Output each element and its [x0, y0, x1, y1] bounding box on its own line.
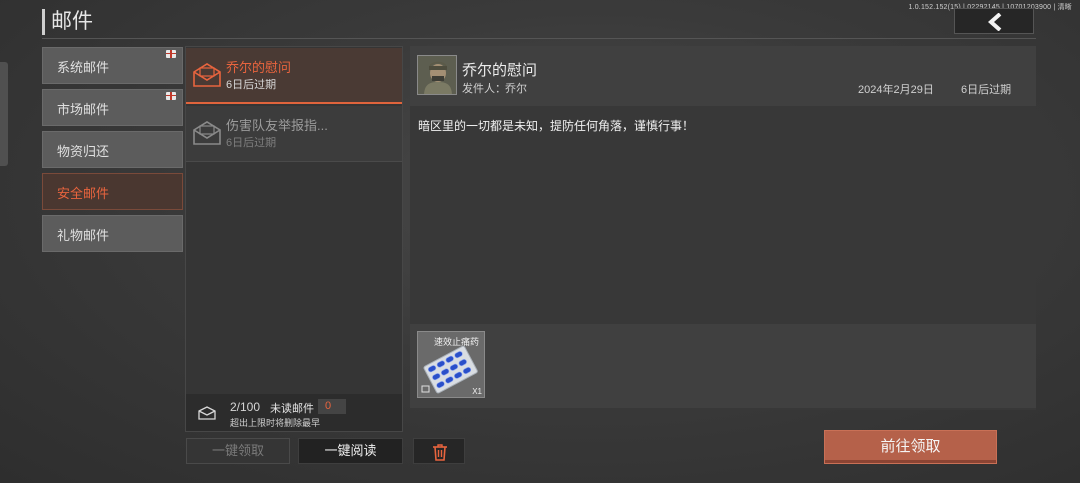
delete-button[interactable] — [413, 438, 465, 464]
category-system-mail[interactable]: 系统邮件 — [42, 47, 183, 84]
category-label: 市场邮件 — [57, 102, 110, 117]
mail-expiry: 6日后过期 — [226, 79, 277, 91]
detail-expiry: 6日后过期 — [961, 84, 1012, 96]
capacity-warning: 超出上限时将删除最早 — [230, 418, 321, 428]
attachment-name: 速效止痛药 — [434, 337, 480, 347]
category-label: 系统邮件 — [57, 60, 110, 75]
attachment-item[interactable]: 速效止痛药 X1 — [417, 331, 485, 398]
mail-subject: 乔尔的慰问 — [226, 60, 292, 75]
envelope-open-icon — [193, 121, 221, 145]
mail-subject: 伤害队友举报指... — [226, 118, 328, 133]
mail-item[interactable]: 乔尔的慰问 6日后过期 — [186, 48, 402, 104]
claim-all-button[interactable]: 一键领取 — [186, 438, 290, 464]
mail-count: 2/100 — [230, 400, 261, 414]
read-all-button[interactable]: 一键阅读 — [298, 438, 403, 464]
attachment-bar — [410, 324, 1036, 408]
sender-name: 乔尔 — [505, 83, 527, 95]
category-security-mail[interactable]: 安全邮件 — [42, 173, 183, 210]
category-market-mail[interactable]: 市场邮件 — [42, 89, 183, 126]
gift-icon — [166, 50, 176, 58]
attachment-quantity: X1 — [472, 387, 482, 396]
sender-avatar — [417, 55, 457, 95]
sender-label: 发件人： — [462, 83, 506, 95]
unread-count: 0 — [318, 399, 346, 414]
mail-list-footer: 2/100 未读邮件 0 超出上限时将删除最早 — [186, 394, 402, 431]
mail-body: 暗区里的一切都是未知，提防任何角落，谨慎行事！ — [418, 119, 695, 133]
mail-item[interactable]: 伤害队友举报指... 6日后过期 — [186, 106, 402, 162]
detail-subject: 乔尔的慰问 — [462, 62, 538, 79]
category-label: 物资归还 — [57, 144, 110, 159]
category-label: 礼物邮件 — [57, 228, 110, 243]
go-claim-button[interactable]: 前往领取 — [824, 430, 997, 464]
chevron-left-icon — [987, 13, 1002, 31]
page-title-bar: 邮件 — [42, 9, 93, 35]
back-button[interactable] — [954, 8, 1034, 34]
category-item-return[interactable]: 物资归还 — [42, 131, 183, 168]
side-handle[interactable] — [0, 62, 8, 166]
page-title: 邮件 — [51, 10, 93, 33]
mailbox-icon — [198, 406, 216, 420]
gift-icon — [166, 92, 176, 100]
category-gift-mail[interactable]: 礼物邮件 — [42, 215, 183, 252]
category-label: 安全邮件 — [57, 186, 110, 201]
mail-expiry: 6日后过期 — [226, 137, 277, 149]
trash-icon — [433, 444, 447, 461]
header-divider — [42, 38, 1036, 39]
unread-label: 未读邮件 — [270, 403, 314, 415]
envelope-icon — [193, 63, 221, 87]
mail-date: 2024年2月29日 — [858, 84, 934, 96]
